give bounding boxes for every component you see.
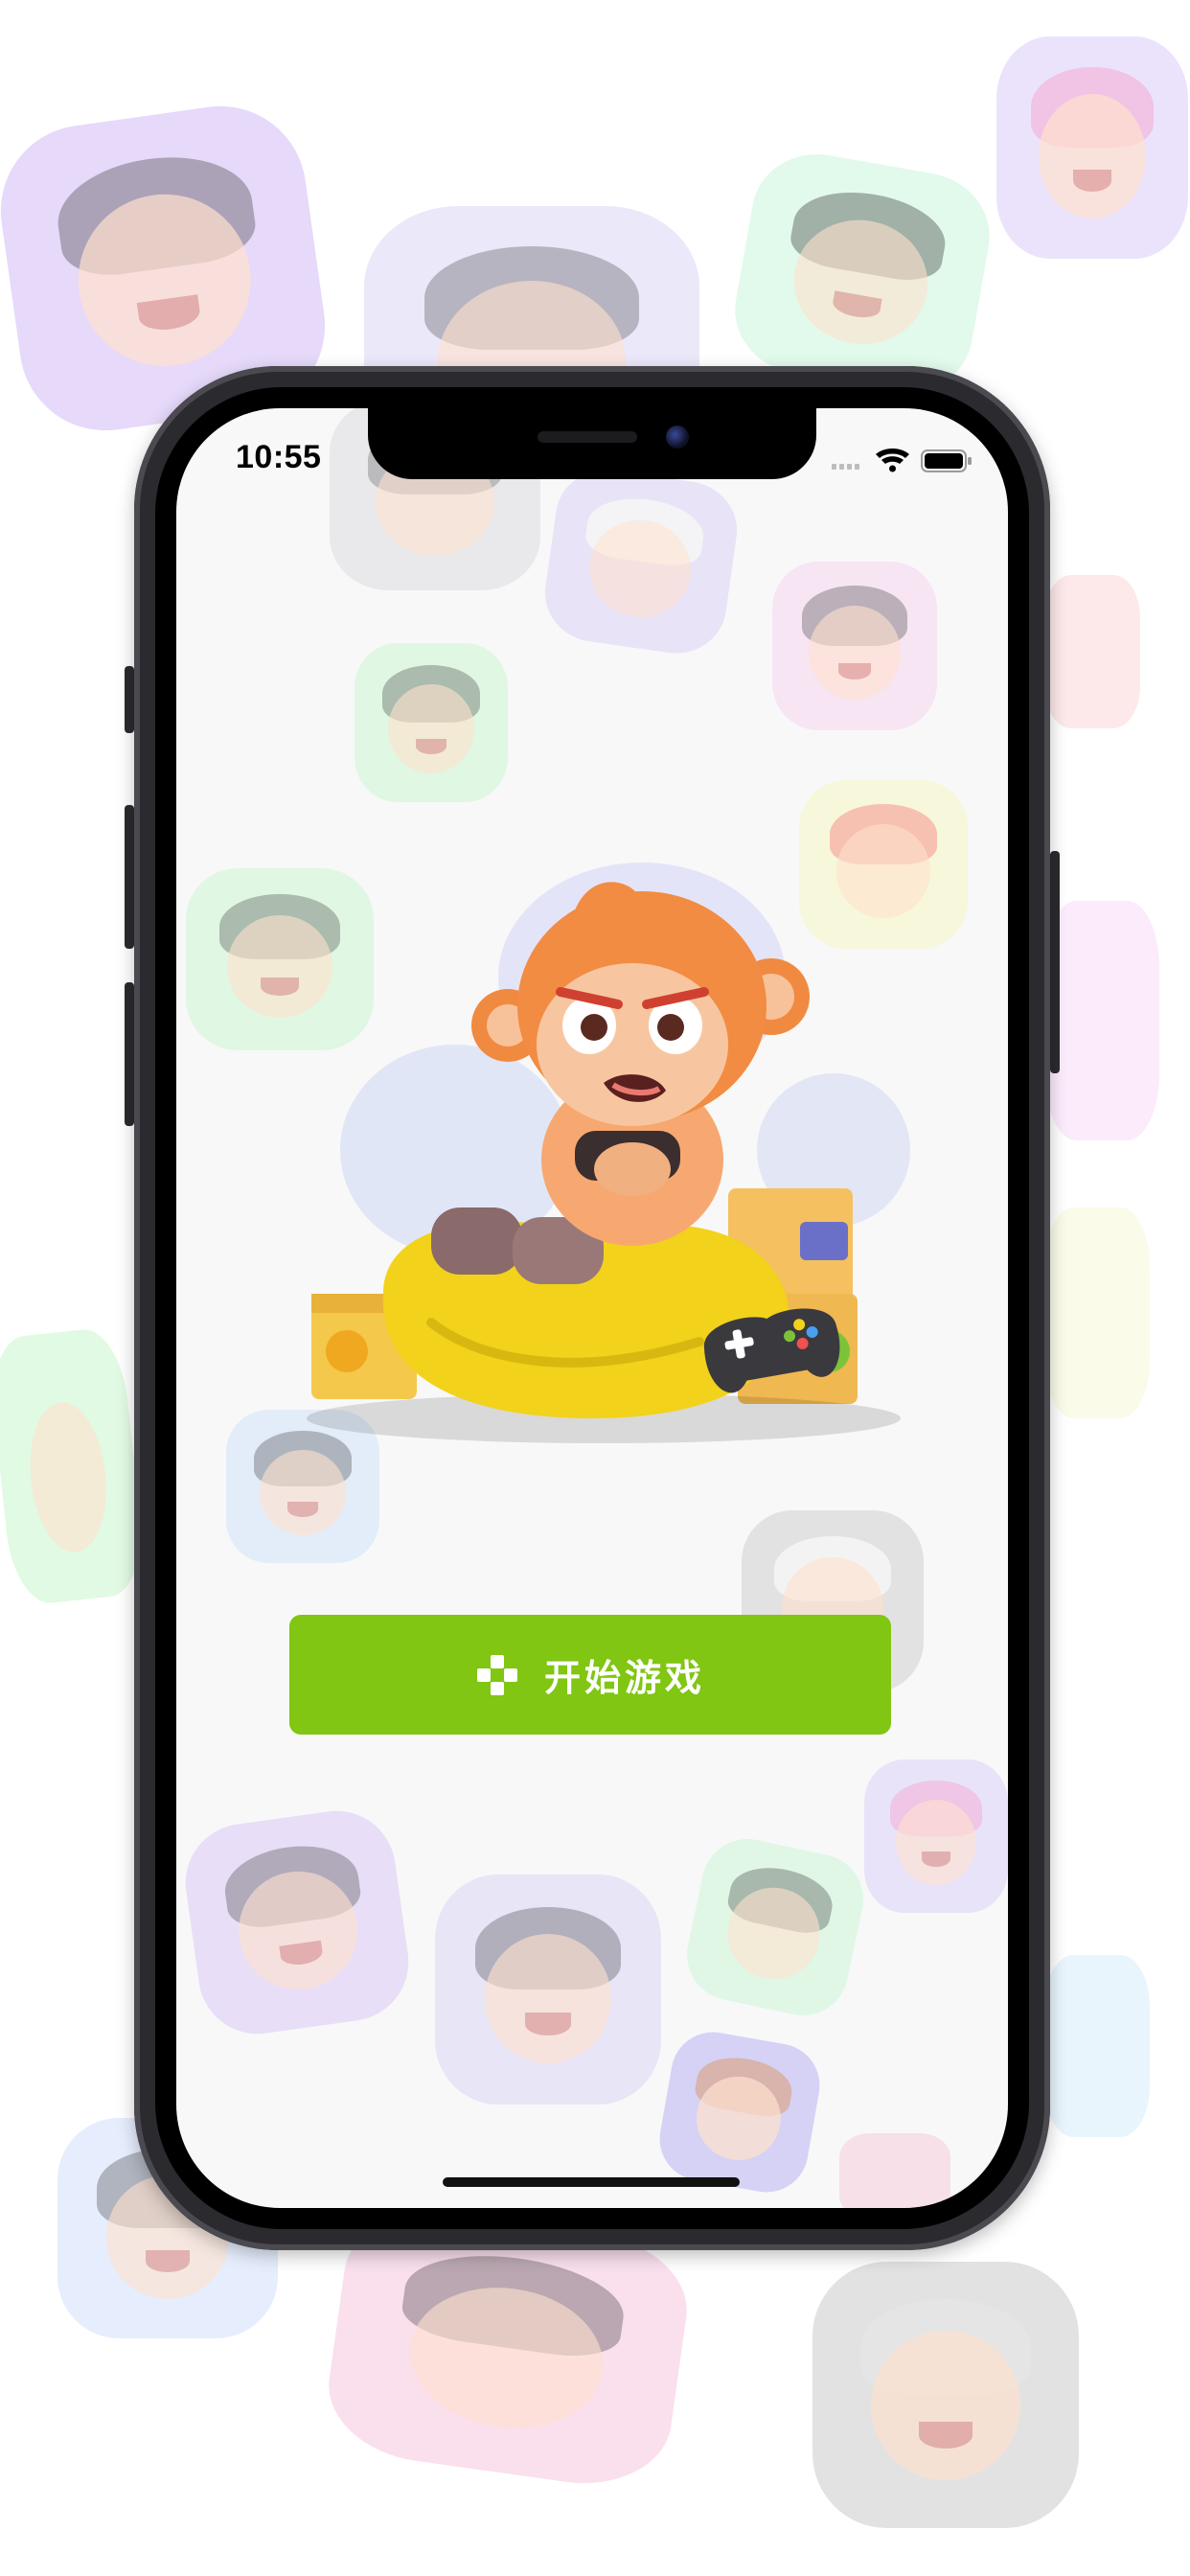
avatar-tile — [435, 1874, 661, 2104]
avatar-tile — [812, 2262, 1079, 2528]
start-game-button[interactable]: 开始游戏 — [289, 1615, 891, 1735]
volume-up-button — [125, 805, 134, 949]
start-game-label: 开始游戏 — [543, 1657, 705, 1699]
avatar-tile — [1044, 1955, 1150, 2137]
phone-notch — [368, 408, 816, 479]
avatar-tile — [839, 2133, 950, 2208]
silent-switch — [125, 666, 134, 733]
avatar-tile — [0, 1325, 149, 1607]
avatar-tile — [772, 562, 937, 730]
home-indicator[interactable] — [443, 2177, 740, 2187]
cellular-signal-icon — [832, 464, 859, 470]
power-button — [1050, 851, 1060, 1073]
avatar-tile — [864, 1760, 1008, 1913]
battery-icon — [921, 449, 972, 472]
avatar-tile — [652, 2025, 827, 2199]
earpiece-speaker — [538, 431, 637, 443]
avatar-tile — [538, 463, 744, 660]
status-time: 10:55 — [236, 439, 322, 475]
app-store-preview: 10:55 开始游戏 — [0, 0, 1190, 2576]
avatar-tile — [1044, 901, 1159, 1140]
wifi-icon — [876, 448, 909, 472]
gamepad-cross-icon — [476, 1654, 517, 1695]
avatar-tile — [996, 36, 1188, 259]
monkey-gamer-illustration — [307, 862, 910, 1443]
avatar-tile — [678, 1830, 872, 2024]
avatar-tile — [724, 144, 1000, 402]
avatar-tile — [1044, 1208, 1150, 1418]
front-camera — [666, 426, 689, 448]
volume-down-button — [125, 982, 134, 1126]
avatar-tile — [355, 643, 508, 802]
status-icons — [832, 447, 975, 475]
avatar-tile — [177, 1803, 417, 2042]
avatar-tile — [1044, 575, 1140, 728]
